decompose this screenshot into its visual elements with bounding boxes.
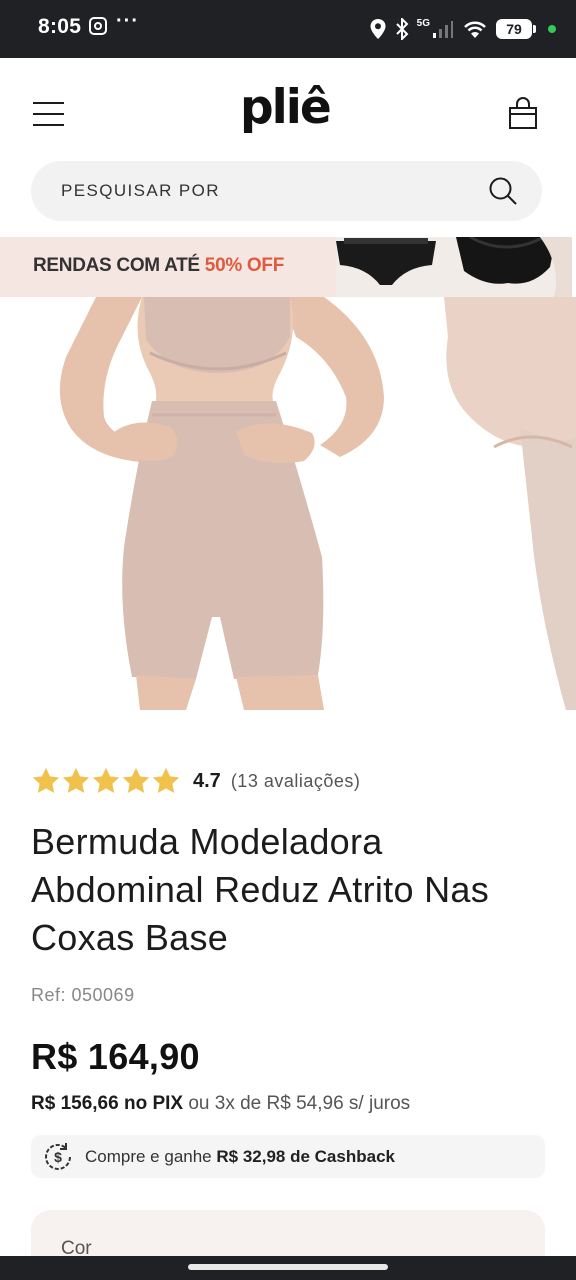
pix-price: R$ 156,66 no PIX	[31, 1093, 184, 1114]
lingerie-promo-image	[336, 237, 572, 297]
location-icon	[370, 19, 386, 39]
cashback-icon: $	[45, 1142, 71, 1170]
cashback-text: Compre e ganhe R$ 32,98 de Cashback	[85, 1147, 395, 1167]
hamburger-line	[33, 124, 64, 126]
search-input[interactable]	[61, 161, 461, 221]
promo-discount: 50% OFF	[204, 255, 285, 276]
product-title: Bermuda Modeladora Abdominal Reduz Atrit…	[31, 821, 490, 958]
instagram-icon	[89, 17, 107, 35]
product-ref: Ref: 050069	[31, 985, 135, 1005]
status-bar: 8:05 ··· 5G 79	[0, 0, 576, 58]
menu-button[interactable]	[33, 102, 64, 128]
promo-banner[interactable]: RENDAS COM ATÉ 50% OFF	[0, 237, 572, 297]
star-icon	[92, 767, 120, 793]
search-bar[interactable]	[31, 161, 542, 221]
installments-text: ou 3x de R$ 54,96 s/ juros	[188, 1093, 411, 1114]
signal-icon	[433, 21, 453, 38]
star-icon	[32, 767, 60, 793]
star-icon	[122, 767, 150, 793]
product-photo-main	[0, 297, 576, 710]
status-icons: 5G 79	[369, 14, 556, 44]
cashback-banner: $ Compre e ganhe R$ 32,98 de Cashback	[31, 1135, 545, 1178]
svg-text:$: $	[54, 1149, 62, 1165]
home-gesture-handle[interactable]	[188, 1264, 388, 1270]
hamburger-line	[33, 113, 64, 115]
bluetooth-icon	[395, 18, 409, 40]
rating-stars	[31, 766, 181, 796]
status-time: 8:05	[38, 15, 82, 38]
shopping-bag-icon[interactable]	[508, 96, 538, 130]
cashback-label: Compre e ganhe	[85, 1146, 212, 1166]
rating-value: 4.7	[193, 769, 221, 792]
promo-label: RENDAS COM ATÉ	[33, 255, 200, 276]
star-icon	[62, 767, 90, 793]
star-icon	[152, 767, 180, 793]
payment-options: R$ 156,66 no PIX ou 3x de R$ 54,96 s/ ju…	[31, 1093, 410, 1115]
hamburger-line	[33, 102, 64, 104]
cashback-value: R$ 32,98 de Cashback	[216, 1146, 395, 1166]
search-icon[interactable]	[488, 176, 518, 206]
reviews-link[interactable]: (13 avaliações)	[231, 771, 361, 792]
system-nav-bar	[0, 1256, 576, 1280]
brand-logo[interactable]: pliê	[240, 80, 332, 135]
product-image-gallery[interactable]	[0, 297, 576, 710]
privacy-indicator	[548, 25, 556, 33]
wifi-icon	[464, 21, 486, 38]
promo-text: RENDAS COM ATÉ 50% OFF	[33, 255, 284, 277]
product-price: R$ 164,90	[31, 1036, 200, 1077]
more-notifications-icon: ···	[116, 10, 139, 32]
site-header: pliê	[0, 58, 576, 160]
product-rating[interactable]: 4.7 (13 avaliações)	[31, 763, 360, 799]
network-type: 5G	[416, 17, 430, 29]
battery-icon: 79	[496, 19, 536, 39]
